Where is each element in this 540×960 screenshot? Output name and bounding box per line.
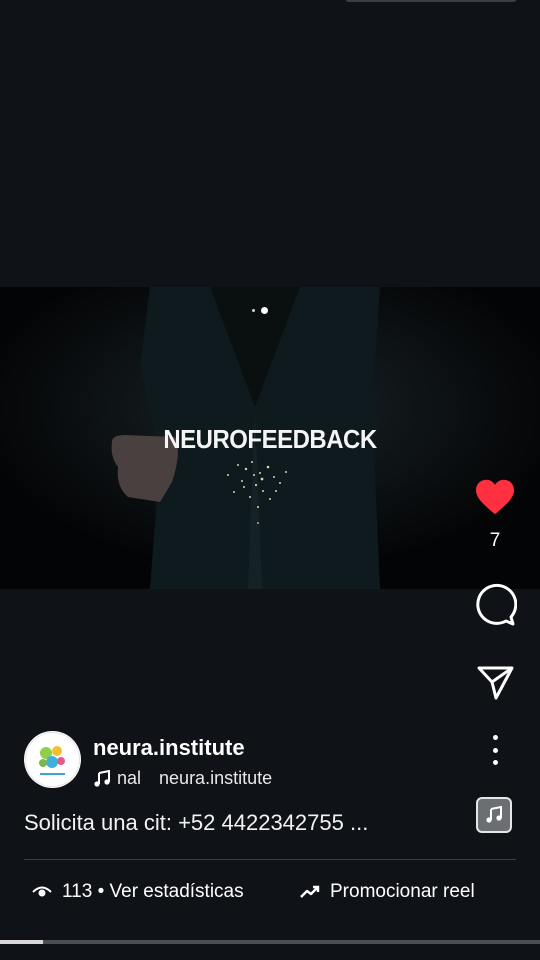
promote-reel-button[interactable]: Promocionar reel [300, 881, 475, 903]
post-caption[interactable]: Solicita una cit: +52 4422342755 ... [24, 810, 368, 836]
views-count-label: 113 • Ver estadísticas [62, 881, 244, 902]
carousel-dot [252, 309, 255, 312]
more-dot [492, 735, 498, 740]
profile-logo-icon [25, 732, 80, 787]
share-button[interactable] [475, 662, 515, 702]
more-dot [492, 760, 498, 765]
like-count: 7 [489, 530, 501, 551]
post-username[interactable]: neura.institute [93, 735, 245, 761]
comment-icon [476, 583, 517, 626]
trending-up-icon [300, 885, 320, 898]
eye-icon [32, 886, 52, 897]
reel-video[interactable]: NEUROFEEDBACK [0, 287, 540, 589]
playback-progress-fill [0, 940, 44, 944]
promote-label: Promocionar reel [330, 881, 475, 902]
like-button[interactable]: 7 [470, 478, 520, 552]
divider [24, 859, 516, 860]
music-note-icon [486, 806, 502, 823]
carousel-dot-active [261, 307, 268, 314]
audio-info[interactable]: nal neura.institute [93, 768, 272, 789]
send-icon [477, 666, 514, 700]
playback-progress-bar[interactable] [0, 940, 540, 944]
audio-owner: neura.institute [159, 768, 273, 788]
view-insights-link[interactable]: 113 • Ver estadísticas [32, 881, 244, 903]
top-handle [345, 0, 517, 2]
comment-button[interactable] [473, 583, 517, 627]
carousel-indicator [252, 307, 268, 314]
avatar[interactable] [24, 731, 81, 788]
heart-icon [476, 479, 514, 515]
audio-name: nal [117, 768, 142, 788]
more-options-button[interactable] [484, 735, 506, 765]
music-note-icon [93, 769, 111, 788]
audio-thumbnail[interactable] [476, 797, 512, 833]
video-overlay-title: NEUROFEEDBACK [163, 424, 377, 454]
more-dot [492, 747, 498, 753]
